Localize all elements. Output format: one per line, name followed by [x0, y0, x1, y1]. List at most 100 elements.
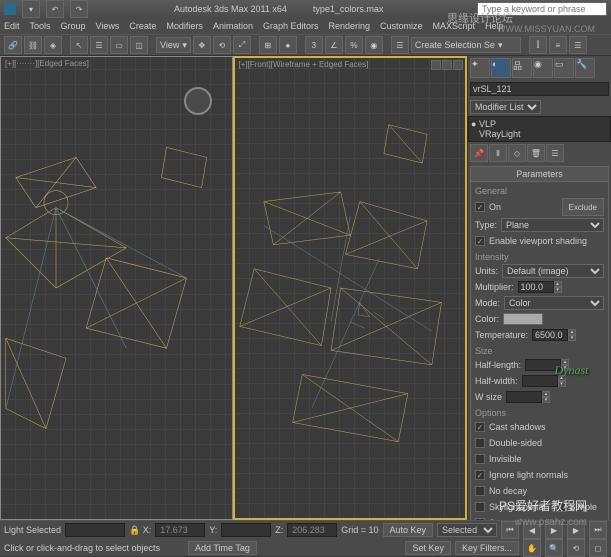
rotate-btn[interactable]: ⟲	[213, 36, 231, 54]
menu-grapheditors[interactable]: Graph Editors	[263, 21, 319, 31]
menu-tools[interactable]: Tools	[30, 21, 51, 31]
redo-btn[interactable]: ↷	[70, 0, 88, 18]
cb-no-decay[interactable]	[475, 486, 485, 496]
center-btn[interactable]: ●	[279, 36, 297, 54]
refcoord-btn[interactable]: ⊞	[259, 36, 277, 54]
manage-sets-btn[interactable]: ☰	[391, 36, 409, 54]
undo-btn[interactable]: ↶	[46, 0, 64, 18]
checkbox-viewport[interactable]: ✓	[475, 236, 485, 246]
mode-dropdown[interactable]: Color	[504, 296, 604, 310]
nav-zoom-btn[interactable]: 🔍	[545, 539, 563, 557]
coord-x[interactable]	[155, 523, 205, 537]
cb-cast-shadows[interactable]: ✓	[475, 422, 485, 432]
type-dropdown[interactable]: Plane	[501, 218, 604, 232]
view-dropdown[interactable]: View▾	[156, 37, 191, 53]
nav-max-btn[interactable]: ◻	[589, 539, 607, 557]
cb-store-irradiance[interactable]	[475, 518, 485, 520]
multiplier-spinner[interactable]: ▴▾	[518, 281, 562, 293]
temperature-spinner[interactable]: ▴▾	[532, 329, 576, 341]
selection-set-dropdown[interactable]: Create Selection Se▾	[411, 37, 521, 53]
select-region-btn[interactable]: ▭	[110, 36, 128, 54]
unique-btn[interactable]: ◇	[508, 144, 526, 162]
viewport-label-left[interactable]: [+][·······][Edged Faces]	[5, 59, 89, 68]
vp-tool-3[interactable]	[453, 60, 463, 70]
app-menu-btn[interactable]: ▾	[22, 0, 40, 18]
link-btn[interactable]: 🔗	[4, 36, 22, 54]
menu-edit[interactable]: Edit	[4, 21, 20, 31]
menu-modifiers[interactable]: Modifiers	[166, 21, 203, 31]
window-crossing-btn[interactable]: ◫	[130, 36, 148, 54]
rollout-header-parameters[interactable]: Parameters	[471, 167, 608, 182]
angle-snap-btn[interactable]: ∠	[325, 36, 343, 54]
tab-motion[interactable]: ◉	[533, 58, 553, 78]
select-btn[interactable]: ↖	[70, 36, 88, 54]
w-size-spinner[interactable]: ▴▾	[506, 391, 550, 403]
timeline[interactable]	[65, 523, 125, 537]
configure-btn[interactable]: ☰	[546, 144, 564, 162]
exclude-btn[interactable]: Exclude	[562, 198, 604, 216]
units-dropdown[interactable]: Default (image)	[502, 264, 604, 278]
tab-modify[interactable]: ◐	[491, 58, 511, 78]
checkbox-on[interactable]: ✓	[475, 202, 485, 212]
grid-label: Grid = 10	[341, 525, 378, 535]
scale-btn[interactable]: ⤢	[233, 36, 251, 54]
vp-tool-2[interactable]	[442, 60, 452, 70]
command-panel-tabs: ✦ ◐ 品 ◉ ▭ 🔧	[468, 56, 611, 80]
modifier-vraylight[interactable]: VRayLight	[479, 129, 608, 139]
snap-btn[interactable]: 3	[305, 36, 323, 54]
cb-double-sided[interactable]	[475, 438, 485, 448]
command-panel: ✦ ◐ 品 ◉ ▭ 🔧 Modifier List ● VLP VRayLigh…	[467, 56, 611, 520]
vp-tool-1[interactable]	[431, 60, 441, 70]
align-btn[interactable]: ≡	[549, 36, 567, 54]
cb-ignore-light[interactable]: ✓	[475, 470, 485, 480]
group-intensity: Intensity	[475, 252, 604, 262]
key-mode-dropdown[interactable]: Selected	[437, 523, 497, 537]
menu-customize[interactable]: Customize	[380, 21, 423, 31]
tab-display[interactable]: ▭	[554, 58, 574, 78]
menu-rendering[interactable]: Rendering	[329, 21, 371, 31]
show-end-btn[interactable]: Ⅱ	[489, 144, 507, 162]
menu-group[interactable]: Group	[61, 21, 86, 31]
menu-create[interactable]: Create	[129, 21, 156, 31]
play-end-btn[interactable]: ⏭	[589, 521, 607, 539]
viewports: [+][·······][Edged Faces] [+][Front][Wir…	[0, 56, 467, 520]
bind-btn[interactable]: ◈	[44, 36, 62, 54]
menu-animation[interactable]: Animation	[213, 21, 253, 31]
mirror-btn[interactable]: ⫿	[529, 36, 547, 54]
menu-views[interactable]: Views	[96, 21, 120, 31]
viewport-left[interactable]: [+][·······][Edged Faces]	[0, 56, 233, 520]
nav-orbit-btn[interactable]: ⟲	[567, 539, 585, 557]
unlink-btn[interactable]: ⛓	[24, 36, 42, 54]
keyfilters-btn[interactable]: Key Filters...	[455, 541, 519, 555]
cb-invisible[interactable]	[475, 454, 485, 464]
watermark-4: www.psahz.com	[515, 517, 587, 528]
viewcube-left[interactable]	[184, 87, 212, 115]
viewport-right[interactable]: [+][Front][Wireframe + Edged Faces]	[233, 56, 468, 520]
move-btn[interactable]: ✥	[193, 36, 211, 54]
spinner-snap-btn[interactable]: ◉	[365, 36, 383, 54]
modifier-stack[interactable]: ● VLP VRayLight	[468, 116, 611, 142]
nav-pan-btn[interactable]: ✋	[523, 539, 541, 557]
pin-stack-btn[interactable]: 📌	[470, 144, 488, 162]
add-time-tag[interactable]: Add Time Tag	[188, 541, 257, 555]
select-name-btn[interactable]: ☰	[90, 36, 108, 54]
autokey-btn[interactable]: Auto Key	[383, 523, 434, 537]
setkey-btn[interactable]: Set Key	[405, 541, 451, 555]
coord-y[interactable]	[221, 523, 271, 537]
tab-create[interactable]: ✦	[470, 58, 490, 78]
modifier-list-dropdown[interactable]: Modifier List	[470, 100, 541, 114]
modifier-vlp[interactable]: ● VLP	[471, 119, 608, 129]
viewport-label-right[interactable]: [+][Front][Wireframe + Edged Faces]	[239, 60, 369, 69]
tab-hierarchy[interactable]: 品	[512, 58, 532, 78]
color-swatch[interactable]	[503, 313, 543, 325]
layers-btn[interactable]: ☰	[569, 36, 587, 54]
percent-snap-btn[interactable]: %	[345, 36, 363, 54]
coord-z[interactable]	[287, 523, 337, 537]
tab-utilities[interactable]: 🔧	[575, 58, 595, 78]
selection-status: Light Selected	[4, 525, 61, 535]
object-name-field[interactable]	[470, 82, 609, 96]
titlebar: ▾ ↶ ↷ Autodesk 3ds Max 2011 x64 type1_co…	[0, 0, 611, 18]
remove-btn[interactable]: 🗑	[527, 144, 545, 162]
prompt-text: Click or click-and-drag to select object…	[4, 543, 184, 553]
cb-skylight[interactable]	[475, 502, 485, 512]
